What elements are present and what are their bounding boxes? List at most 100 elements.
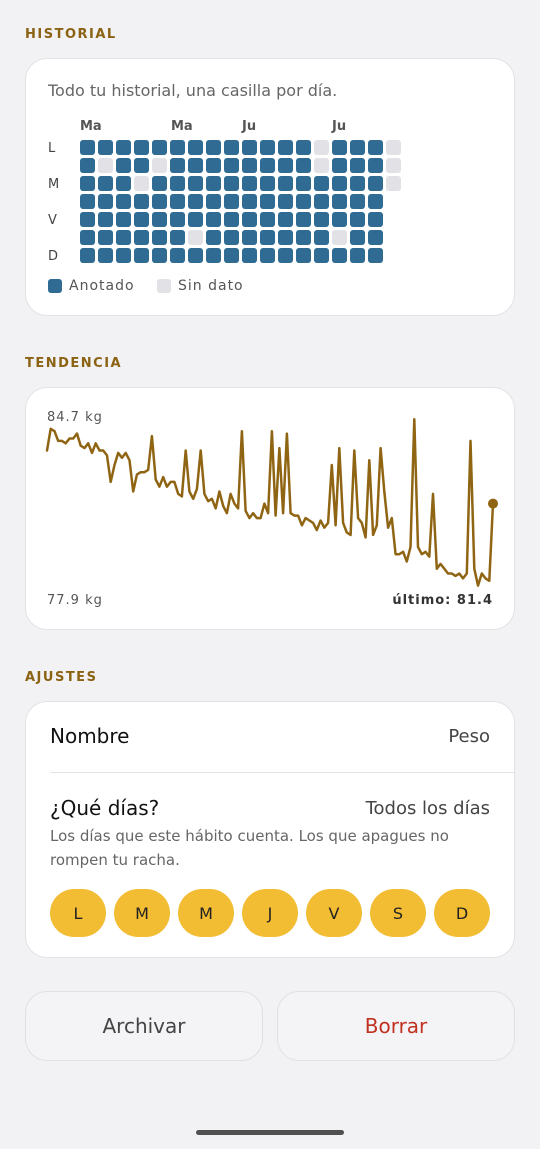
days-help-text: Los días que este hábito cuenta. Los que… [50,827,449,869]
history-cell [80,194,95,209]
history-cell [152,140,167,155]
legend-logged-swatch [48,279,62,293]
last-value-dot [488,498,498,509]
history-cell [350,230,365,245]
history-cell [296,158,311,173]
history-cell [260,158,275,173]
history-cell [368,140,383,155]
history-cell [98,176,113,191]
history-cell [296,212,311,227]
history-cell [80,140,95,155]
trend-min-label: 77.9 kg [47,593,103,608]
history-cell [170,140,185,155]
history-cell [170,158,185,173]
history-cell [350,194,365,209]
history-cell [224,230,239,245]
history-cell [152,248,167,263]
history-cell [152,176,167,191]
history-cell [134,230,149,245]
history-cell [152,158,167,173]
days-value[interactable]: Todos los días [366,798,490,819]
history-cell [242,158,257,173]
history-cell [116,230,131,245]
history-cell [296,176,311,191]
history-cell [260,230,275,245]
archive-button[interactable]: Archivar [25,991,263,1061]
history-cell [314,248,329,263]
history-cell [242,248,257,263]
weekday-toggle-wed[interactable]: M [178,889,234,937]
weekday-toggle-sun[interactable]: D [434,889,490,937]
history-cell [368,176,383,191]
legend-no-data-label: Sin dato [178,278,244,294]
history-cell [170,230,185,245]
history-cell [116,140,131,155]
settings-card: Nombre Peso ¿Qué días? Todos los días Lo… [25,701,515,958]
tendencia-card: 84.7 kg 77.9 kg último: 81.4 [25,387,515,630]
weekday-toggle-fri[interactable]: V [306,889,362,937]
history-cell [332,158,347,173]
history-cell [260,248,275,263]
history-cell [278,140,293,155]
history-cell [134,194,149,209]
tendencia-section-label: TENDENCIA [25,356,123,371]
history-cell [188,194,203,209]
history-cell [242,230,257,245]
history-heatmap [26,59,514,315]
history-cell [332,212,347,227]
history-cell [116,158,131,173]
history-cell [296,140,311,155]
history-cell [368,248,383,263]
history-cell [98,158,113,173]
history-cell [260,140,275,155]
history-cell [206,158,221,173]
history-cell [314,230,329,245]
history-cell [242,176,257,191]
history-cell [206,230,221,245]
weekday-toggle-mon[interactable]: L [50,889,106,937]
history-cell [98,230,113,245]
history-cell [152,194,167,209]
delete-button[interactable]: Borrar [277,991,515,1061]
weekday-toggle-tue[interactable]: M [114,889,170,937]
historial-section-label: HISTORIAL [25,27,117,42]
history-cell [206,212,221,227]
history-cell [368,230,383,245]
history-cell [188,176,203,191]
history-cell [134,212,149,227]
history-cell [332,176,347,191]
history-cell [296,194,311,209]
history-cell [314,158,329,173]
history-cell [188,140,203,155]
history-cell [206,194,221,209]
history-cell [350,140,365,155]
history-cell [350,212,365,227]
history-cell [206,140,221,155]
history-cell [116,194,131,209]
weekday-toggle-sat[interactable]: S [370,889,426,937]
history-cell [386,140,401,155]
history-cell [188,212,203,227]
history-cell [224,248,239,263]
name-value[interactable]: Peso [448,726,490,747]
history-cell [278,212,293,227]
legend-logged-label: Anotado [69,278,135,294]
history-cell [98,212,113,227]
history-cell [350,158,365,173]
history-cell [188,248,203,263]
history-cell [332,230,347,245]
history-cell [134,140,149,155]
history-cell [386,158,401,173]
history-cell [314,140,329,155]
history-cell [278,230,293,245]
history-cell [368,212,383,227]
history-cell [314,212,329,227]
history-cell [152,212,167,227]
history-cell [314,176,329,191]
history-cell [368,158,383,173]
weight-trend-line [45,417,495,587]
weekday-toggle-thu[interactable]: J [242,889,298,937]
history-cell [296,248,311,263]
history-cell [242,194,257,209]
legend-no-data-swatch [157,279,171,293]
